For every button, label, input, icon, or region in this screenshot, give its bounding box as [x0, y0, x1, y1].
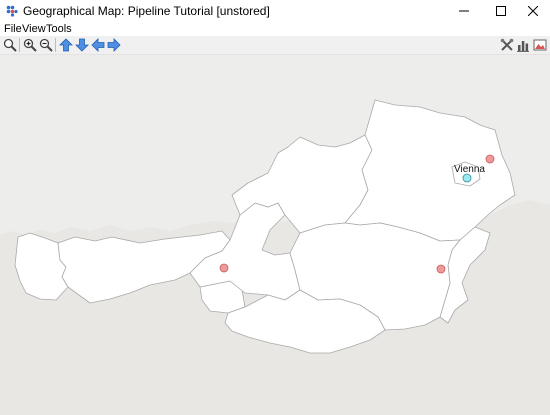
- pan-down-button[interactable]: [74, 37, 90, 53]
- zoom-tool-button[interactable]: [2, 37, 18, 53]
- tools-settings-button[interactable]: [499, 37, 515, 53]
- toolbar-separator: [55, 38, 56, 52]
- window-title: Geographical Map: Pipeline Tutorial [uns…: [23, 4, 270, 18]
- pan-left-icon: [91, 38, 105, 52]
- maximize-button[interactable]: [484, 0, 518, 22]
- maximize-icon: [496, 6, 506, 16]
- zoom-out-icon: [39, 38, 53, 52]
- menu-tools[interactable]: Tools: [46, 22, 72, 36]
- chart-button[interactable]: [515, 37, 531, 53]
- zoom-in-icon: [23, 38, 37, 52]
- close-button[interactable]: [516, 0, 550, 22]
- zoom-tool-icon: [3, 38, 17, 52]
- menu-view[interactable]: View: [22, 22, 46, 36]
- pan-left-button[interactable]: [90, 37, 106, 53]
- menu-bar: File View Tools: [0, 22, 550, 36]
- map-window: Geographical Map: Pipeline Tutorial [uns…: [0, 0, 550, 415]
- zoom-in-button[interactable]: [22, 37, 38, 53]
- pan-up-button[interactable]: [58, 37, 74, 53]
- menu-file[interactable]: File: [4, 22, 22, 36]
- map-canvas[interactable]: Vienna: [0, 55, 550, 415]
- pan-down-icon: [75, 38, 89, 52]
- map-svg: [0, 99, 550, 415]
- pan-right-icon: [107, 38, 121, 52]
- pan-up-icon: [59, 38, 73, 52]
- chart-icon: [517, 41, 529, 52]
- minimize-icon: [459, 10, 469, 12]
- image-export-icon: [533, 39, 547, 51]
- close-icon: [528, 6, 538, 16]
- city-label-vienna: Vienna: [454, 164, 485, 175]
- pan-right-button[interactable]: [106, 37, 122, 53]
- tools-settings-icon: [500, 38, 514, 51]
- toolbar-separator: [19, 38, 20, 52]
- marker-styria-east[interactable]: [436, 264, 446, 274]
- marker-salzburg-area[interactable]: [219, 263, 229, 273]
- marker-vienna[interactable]: [462, 173, 472, 183]
- dots-grid-icon: [6, 5, 18, 17]
- image-export-button[interactable]: [532, 37, 548, 53]
- toolbar: [0, 36, 550, 55]
- minimize-button[interactable]: [447, 0, 481, 22]
- marker-lower-austria[interactable]: [485, 154, 495, 164]
- zoom-out-button[interactable]: [38, 37, 54, 53]
- title-bar: Geographical Map: Pipeline Tutorial [uns…: [0, 0, 550, 22]
